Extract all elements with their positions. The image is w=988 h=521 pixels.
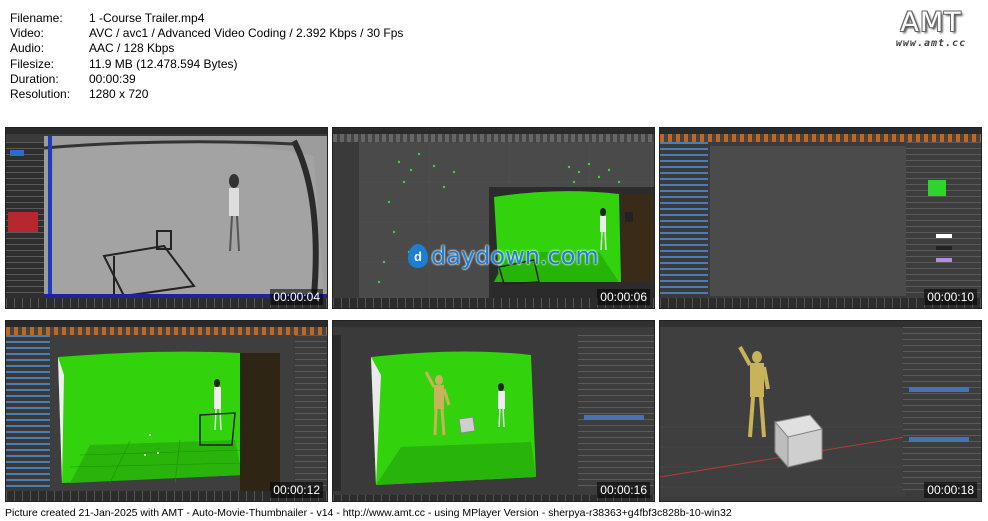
- audio-label: Audio:: [10, 41, 45, 56]
- video-value: AVC / avc1 / Advanced Video Coding / 2.3…: [89, 26, 404, 41]
- timestamp-6: 00:00:18: [924, 482, 977, 498]
- amt-logo-text: AMT: [900, 7, 962, 38]
- resolution-value: 1280 x 720: [89, 87, 149, 102]
- thumbnail-6: 00:00:18: [659, 320, 982, 502]
- filesize-value: 11.9 MB (12.478.594 Bytes): [89, 56, 238, 71]
- thumbnail-6-frame: [660, 327, 905, 497]
- timestamp-2: 00:00:06: [597, 289, 650, 305]
- footer-credits: Picture created 21-Jan-2025 with AMT - A…: [5, 507, 732, 519]
- file-info: Filename: 1 -Course Trailer.mp4 Video: AVC…: [10, 11, 403, 102]
- filename-label: Filename:: [10, 11, 63, 25]
- thumbnail-2-frame: [359, 142, 654, 300]
- daydown-logo-icon: d: [408, 244, 428, 268]
- filesize-label: Filesize:: [10, 56, 55, 71]
- thumbnail-5-frame: [341, 327, 579, 497]
- resolution-label: Resolution:: [10, 87, 71, 102]
- amt-logo-url: www.amt.cc: [895, 38, 967, 49]
- daydown-watermark-text: daydown.com: [431, 242, 599, 270]
- timestamp-1: 00:00:04: [270, 289, 323, 305]
- video-label: Video:: [10, 26, 44, 41]
- amt-logo: AMT www.amt.cc: [888, 7, 974, 50]
- timestamp-5: 00:00:16: [597, 482, 650, 498]
- thumbnail-1-frame: [44, 136, 327, 302]
- thumbnail-4: 00:00:12: [5, 320, 328, 502]
- thumbnail-4-frame: [50, 335, 294, 493]
- filename-value: 1 -Course Trailer.mp4: [89, 11, 205, 25]
- thumbnail-3: 00:00:10: [659, 127, 982, 309]
- timestamp-4: 00:00:12: [270, 482, 323, 498]
- audio-value: AAC / 128 Kbps: [89, 41, 175, 56]
- duration-value: 00:00:39: [89, 71, 136, 86]
- duration-label: Duration:: [10, 71, 59, 86]
- daydown-watermark: d daydown.com: [408, 242, 599, 270]
- thumbnail-2: 00:00:06: [332, 127, 655, 309]
- thumbnail-5: 00:00:16: [332, 320, 655, 502]
- timestamp-3: 00:00:10: [924, 289, 977, 305]
- thumbnail-1: 00:00:04: [5, 127, 328, 309]
